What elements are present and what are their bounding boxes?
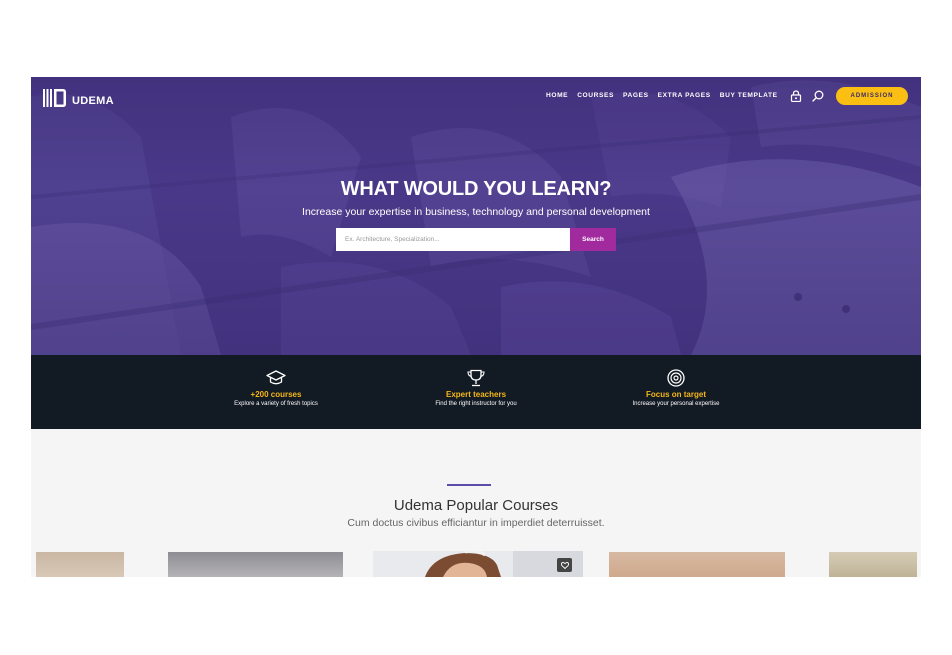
search-button[interactable]: Search — [570, 228, 616, 251]
course-card-image-featured[interactable] — [373, 551, 583, 577]
courses-section-subtitle: Cum doctus civibus efficiantur in imperd… — [347, 517, 605, 529]
section-divider — [447, 484, 491, 486]
course-card-image[interactable] — [36, 552, 124, 577]
feature-title: +200 courses — [250, 390, 302, 399]
logo-icon — [43, 89, 66, 107]
features-bar: +200 courses Explore a variety of fresh … — [31, 355, 921, 429]
site-logo[interactable]: UDEMA — [43, 86, 114, 110]
feature-description: Find the right instructor for you — [435, 401, 517, 407]
logo-text: UDEMA — [72, 95, 114, 107]
feature-description: Explore a variety of fresh topics — [234, 401, 318, 407]
course-card-image[interactable] — [829, 552, 917, 577]
main-nav: HOME COURSES PAGES EXTRA PAGES BUY TEMPL… — [546, 92, 787, 99]
feature-title: Focus on target — [645, 390, 706, 399]
nav-item-pages[interactable]: PAGES — [623, 92, 649, 99]
search-icon[interactable] — [812, 90, 824, 102]
graduation-cap-icon — [266, 370, 286, 385]
lock-icon[interactable] — [790, 90, 802, 102]
target-icon — [667, 369, 685, 387]
site-header: UDEMA HOME COURSES PAGES EXTRA PAGES BUY… — [31, 77, 921, 117]
heart-icon — [560, 561, 569, 569]
course-card-image[interactable] — [168, 552, 343, 577]
search-input[interactable] — [336, 228, 570, 251]
hero-search-form: Search — [336, 228, 616, 251]
course-photo — [373, 551, 583, 577]
page-frame: UDEMA HOME COURSES PAGES EXTRA PAGES BUY… — [31, 77, 921, 577]
nav-item-extra-pages[interactable]: EXTRA PAGES — [658, 92, 711, 99]
admission-button[interactable]: ADMISSION — [836, 87, 908, 105]
nav-item-home[interactable]: HOME — [546, 92, 568, 99]
feature-title: Expert teachers — [445, 390, 507, 399]
hero-title: WHAT WOULD YOU LEARN? — [340, 178, 612, 200]
course-card-image[interactable] — [609, 552, 785, 577]
trophy-icon — [467, 369, 485, 387]
hero-section: UDEMA HOME COURSES PAGES EXTRA PAGES BUY… — [31, 77, 921, 355]
nav-item-buy-template[interactable]: BUY TEMPLATE — [720, 92, 778, 99]
feature-description: Increase your personal expertise — [632, 401, 720, 407]
hero-subtitle: Increase your expertise in business, tec… — [302, 206, 650, 218]
feature-focus: Focus on target Increase your personal e… — [576, 355, 776, 407]
nav-item-courses[interactable]: COURSES — [577, 92, 614, 99]
feature-teachers: Expert teachers Find the right instructo… — [376, 355, 576, 407]
wishlist-button[interactable] — [557, 558, 572, 572]
courses-section-title: Udema Popular Courses — [393, 497, 559, 514]
feature-courses: +200 courses Explore a variety of fresh … — [176, 355, 376, 407]
